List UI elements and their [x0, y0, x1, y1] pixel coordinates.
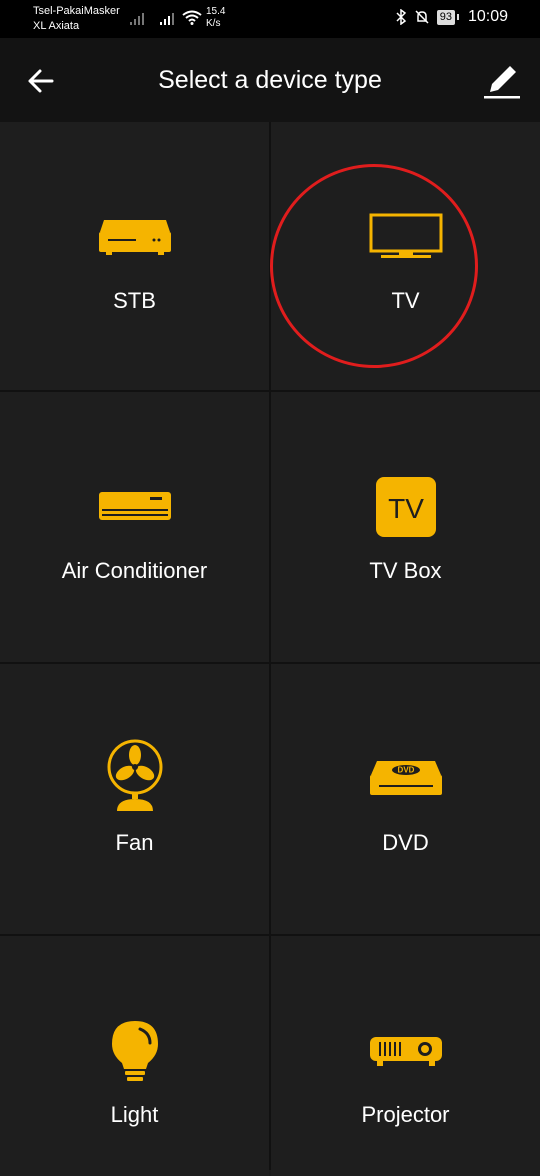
edit-pencil-icon[interactable] — [482, 62, 522, 102]
device-tile-dvd[interactable]: DVD DVD — [271, 664, 540, 934]
device-label-tv-box: TV Box — [369, 558, 442, 583]
clock: 10:09 — [467, 8, 508, 25]
signal-1-icon — [130, 13, 144, 25]
device-tile-tv-box[interactable]: TV TV Box — [271, 392, 540, 662]
carrier-1: Tsel-PakaiMasker — [33, 5, 120, 17]
device-label-dvd: DVD — [382, 830, 429, 855]
device-tile-air-conditioner[interactable]: Air Conditioner — [0, 392, 269, 662]
device-label-light: Light — [110, 1102, 159, 1127]
tv-icon — [369, 213, 442, 258]
device-tile-projector[interactable]: Projector — [271, 936, 540, 1176]
speed-value: 15.4 — [206, 6, 226, 17]
fan-icon — [107, 739, 162, 811]
wifi-icon — [182, 10, 202, 25]
device-label-stb: STB — [113, 288, 156, 313]
battery-indicator: 93 — [436, 9, 460, 25]
toolbar: Select a device type — [0, 38, 540, 122]
projector-icon — [369, 1037, 442, 1066]
status-right: 93 10:09 — [395, 8, 508, 26]
device-label-projector: Projector — [361, 1102, 450, 1127]
dvd-icon-text: DVD — [397, 766, 414, 775]
device-tile-tv[interactable]: TV — [271, 122, 540, 390]
tv-box-icon-text: TV — [388, 493, 424, 524]
device-tile-fan[interactable]: Fan — [0, 664, 269, 934]
device-label-tv: TV — [391, 288, 420, 313]
device-label-fan: Fan — [115, 830, 154, 855]
carrier-info: Tsel-PakaiMasker XL Axiata — [33, 4, 120, 34]
dvd-icon: DVD — [369, 761, 442, 795]
set-top-box-icon — [98, 220, 171, 255]
device-label-air-conditioner: Air Conditioner — [61, 558, 208, 583]
bluetooth-icon — [396, 9, 406, 25]
status-bar: Tsel-PakaiMasker XL Axiata 15.4 K/s 93 1… — [0, 0, 540, 38]
carrier-2: XL Axiata — [33, 20, 80, 32]
speed-unit: K/s — [206, 18, 221, 29]
signal-2-icon — [160, 13, 174, 25]
network-speed: 15.4 K/s — [206, 6, 225, 30]
air-conditioner-icon — [98, 492, 171, 520]
mute-bell-icon — [415, 10, 429, 24]
light-bulb-icon — [111, 1021, 158, 1081]
device-type-grid: STB TV Air Conditioner TV TV Box Fan DVD… — [0, 122, 540, 1176]
device-tile-stb[interactable]: STB — [0, 122, 269, 390]
device-tile-light[interactable]: Light — [0, 936, 269, 1176]
tv-box-icon: TV — [375, 477, 436, 537]
page-title: Select a device type — [158, 66, 382, 94]
